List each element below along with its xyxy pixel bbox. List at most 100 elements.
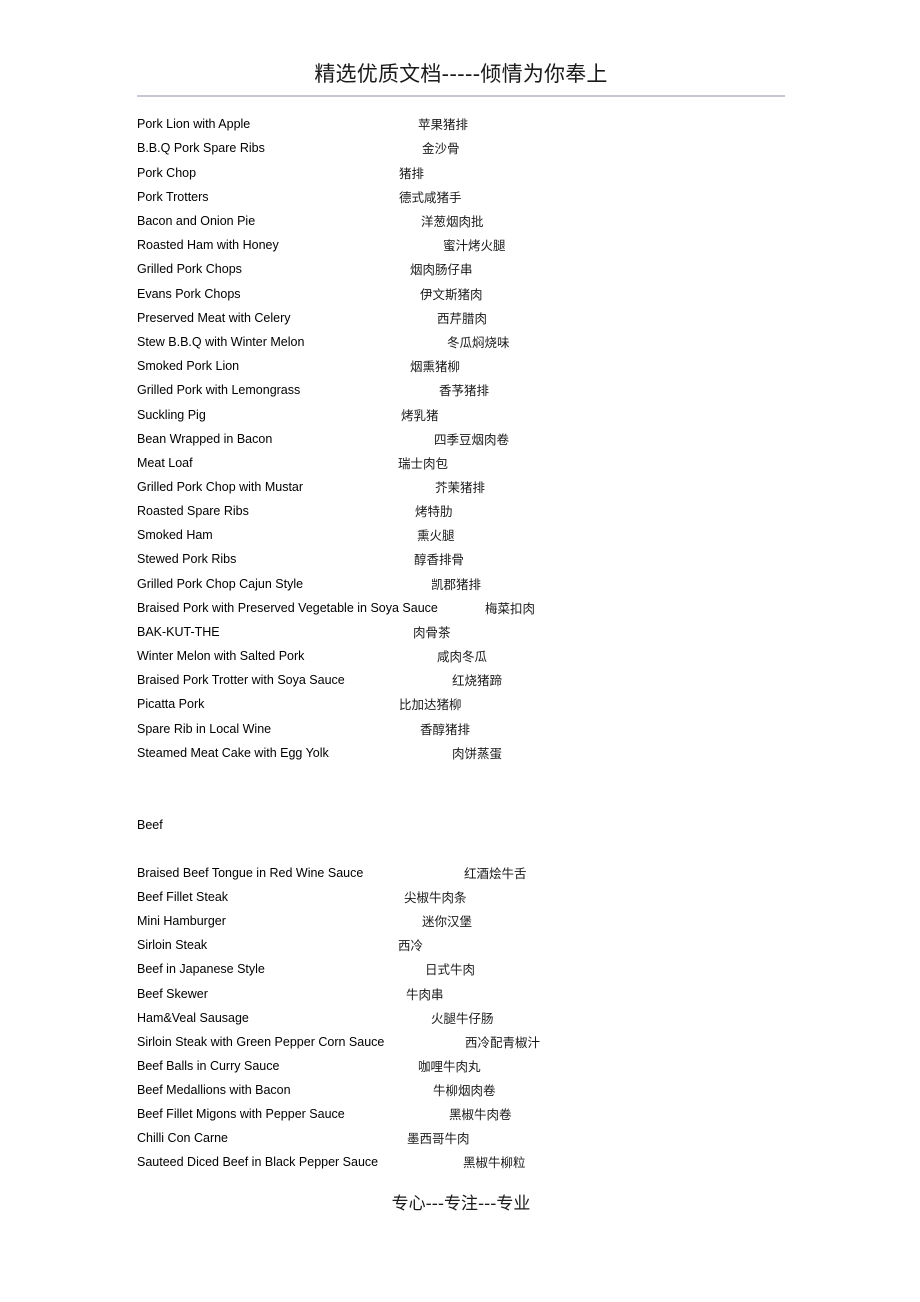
menu-item-name-zh: 黑椒牛柳粒 — [463, 1155, 526, 1170]
menu-item-name-zh: 红烧猪蹄 — [452, 673, 503, 688]
menu-item-name-en: Evans Pork Chops — [137, 287, 241, 301]
menu-item-name-en: Grilled Pork Chop with Mustar — [137, 480, 304, 494]
menu-item-name-zh: 烤特肋 — [415, 504, 453, 519]
menu-item-name-zh: 西芹腊肉 — [437, 311, 488, 326]
menu-item-name-en: Beef Skewer — [137, 987, 208, 1001]
menu-item-name-en: Beef Balls in Curry Sauce — [137, 1059, 280, 1073]
menu-item-name-en: Winter Melon with Salted Pork — [137, 649, 305, 663]
menu-item-name-zh: 西冷 — [398, 938, 424, 953]
menu-item-row: Spare Rib in Local Wine 香醇猪排 — [137, 721, 837, 745]
menu-item-row: Pork Trotters 德式咸猪手 — [137, 189, 837, 213]
menu-item-row: Chilli Con Carne 墨西哥牛肉 — [137, 1130, 837, 1154]
menu-item-name-en: Beef in Japanese Style — [137, 962, 265, 976]
menu-item-row: Meat Loaf 瑞士肉包 — [137, 455, 837, 479]
menu-item-name-en: Chilli Con Carne — [137, 1131, 229, 1145]
menu-item-name-en: B.B.Q Pork Spare Ribs — [137, 141, 265, 155]
menu-item-row: Grilled Pork Chops 烟肉肠仔串 — [137, 261, 837, 285]
menu-item-name-en: Sirloin Steak with Green Pepper Corn Sau… — [137, 1035, 385, 1049]
menu-item-row: Smoked Ham 熏火腿 — [137, 527, 837, 551]
menu-item-row: Steamed Meat Cake with Egg Yolk 肉饼蒸蛋 — [137, 745, 837, 769]
menu-item-row: Roasted Ham with Honey 蜜汁烤火腿 — [137, 237, 837, 261]
menu-item-row: Braised Beef Tongue in Red Wine Sauce 红酒烩… — [137, 865, 837, 889]
menu-item-name-zh: 伊文斯猪肉 — [420, 287, 483, 302]
menu-item-name-en: Grilled Pork Chops — [137, 262, 242, 276]
menu-item-row: Bean Wrapped in Bacon 四季豆烟肉卷 — [137, 431, 837, 455]
menu-item-name-en: Roasted Ham with Honey — [137, 238, 279, 252]
menu-item-name-en: Preserved Meat with Celery — [137, 311, 291, 325]
menu-item-row: Roasted Spare Ribs 烤特肋 — [137, 503, 837, 527]
menu-item-name-en: BAK-KUT-THE — [137, 625, 220, 639]
menu-item-name-en: Pork Chop — [137, 166, 197, 180]
menu-item-name-en: Braised Beef Tongue in Red Wine Sauce — [137, 866, 364, 880]
menu-item-name-en: Smoked Pork Lion — [137, 359, 240, 373]
menu-item-name-zh: 瑞士肉包 — [398, 456, 449, 471]
menu-item-name-zh: 尖椒牛肉条 — [404, 890, 467, 905]
menu-item-row: Stewed Pork Ribs 醇香排骨 — [137, 551, 837, 575]
menu-item-name-en: Grilled Pork with Lemongrass — [137, 383, 301, 397]
menu-item-row: Sirloin Steak 西冷 — [137, 937, 837, 961]
menu-item-name-en: Braised Pork Trotter with Soya Sauce — [137, 673, 345, 687]
menu-item-row: Grilled Pork Chop with Mustar 芥茉猪排 — [137, 479, 837, 503]
menu-item-name-en: Beef Medallions with Bacon — [137, 1083, 291, 1097]
menu-item-row: Braised Pork with Preserved Vegetable in… — [137, 600, 837, 624]
menu-item-name-zh: 日式牛肉 — [425, 962, 476, 977]
menu-item-row: Grilled Pork Chop Cajun Style 凯郡猪排 — [137, 576, 837, 600]
menu-item-name-zh: 醇香排骨 — [414, 552, 465, 567]
menu-item-row: Grilled Pork with Lemongrass 香芧猪排 — [137, 382, 837, 406]
document-header-watermark: 精选优质文档-----倾情为你奉上 — [314, 62, 608, 86]
document-footer-watermark: 专心---专注---专业 — [391, 1194, 531, 1214]
menu-item-name-en: Meat Loaf — [137, 456, 193, 470]
menu-item-name-zh: 西冷配青椒汁 — [465, 1035, 541, 1050]
menu-item-name-zh: 冬瓜焖烧味 — [447, 335, 510, 350]
menu-item-name-zh: 烟肉肠仔串 — [410, 262, 473, 277]
menu-item-name-en: Mini Hamburger — [137, 914, 226, 928]
menu-item-name-en: Spare Rib in Local Wine — [137, 722, 272, 736]
menu-item-name-zh: 烤乳猪 — [401, 408, 439, 423]
menu-item-name-zh: 牛柳烟肉卷 — [433, 1083, 496, 1098]
menu-item-name-en: Suckling Pig — [137, 408, 206, 422]
menu-item-name-en: Sauteed Diced Beef in Black Pepper Sauce — [137, 1155, 379, 1169]
menu-item-name-en: Braised Pork with Preserved Vegetable in… — [137, 601, 438, 615]
menu-item-name-en: Ham&Veal Sausage — [137, 1011, 249, 1025]
menu-item-row: Suckling Pig 烤乳猪 — [137, 407, 837, 431]
menu-item-name-en: Bacon and Onion Pie — [137, 214, 256, 228]
menu-item-row: Winter Melon with Salted Pork 咸肉冬瓜 — [137, 648, 837, 672]
menu-item-row: Preserved Meat with Celery 西芹腊肉 — [137, 310, 837, 334]
menu-item-row: Beef Skewer 牛肉串 — [137, 986, 837, 1010]
menu-item-row: Beef Balls in Curry Sauce 咖哩牛肉丸 — [137, 1058, 837, 1082]
menu-item-row: Smoked Pork Lion 烟熏猪柳 — [137, 358, 837, 382]
menu-item-row: Sauteed Diced Beef in Black Pepper Sauce… — [137, 1154, 837, 1178]
menu-item-name-zh: 蜜汁烤火腿 — [443, 238, 506, 253]
menu-item-name-en: Beef Fillet Migons with Pepper Sauce — [137, 1107, 345, 1121]
menu-item-name-zh: 咸肉冬瓜 — [437, 649, 488, 664]
menu-item-row: Beef Fillet Migons with Pepper Sauce 黑椒牛肉… — [137, 1106, 837, 1130]
menu-item-name-zh: 香醇猪排 — [420, 722, 471, 737]
menu-item-name-en: Sirloin Steak — [137, 938, 208, 952]
menu-item-name-zh: 香芧猪排 — [439, 383, 490, 398]
menu-item-name-zh: 苹果猪排 — [418, 117, 469, 132]
menu-item-name-zh: 咖哩牛肉丸 — [418, 1059, 481, 1074]
menu-item-name-en: Grilled Pork Chop Cajun Style — [137, 577, 304, 591]
menu-item-name-en: Beef Fillet Steak — [137, 890, 229, 904]
menu-item-row: Bacon and Onion Pie 洋葱烟肉批 — [137, 213, 837, 237]
menu-item-name-zh: 梅菜扣肉 — [485, 601, 536, 616]
menu-item-row: Sirloin Steak with Green Pepper Corn Sau… — [137, 1034, 837, 1058]
menu-item-name-en: Stew B.B.Q with Winter Melon — [137, 335, 305, 349]
menu-item-name-zh: 洋葱烟肉批 — [421, 214, 484, 229]
menu-item-name-zh: 火腿牛仔肠 — [431, 1011, 494, 1026]
menu-item-name-en: Pork Trotters — [137, 190, 209, 204]
menu-item-row: Beef Fillet Steak 尖椒牛肉条 — [137, 889, 837, 913]
menu-item-name-zh: 芥茉猪排 — [435, 480, 486, 495]
menu-item-row: B.B.Q Pork Spare Ribs 金沙骨 — [137, 140, 837, 164]
menu-item-name-zh: 黑椒牛肉卷 — [449, 1107, 512, 1122]
menu-item-row: Evans Pork Chops 伊文斯猪肉 — [137, 286, 837, 310]
menu-item-name-zh: 迷你汉堡 — [422, 914, 473, 929]
section-title: Beef — [137, 818, 163, 832]
menu-item-name-zh: 熏火腿 — [417, 528, 455, 543]
menu-item-row: Picatta Pork 比加达猪柳 — [137, 696, 837, 720]
menu-item-name-zh: 德式咸猪手 — [399, 190, 462, 205]
menu-item-row: BAK-KUT-THE 肉骨茶 — [137, 624, 837, 648]
menu-item-row: Pork Lion with Apple 苹果猪排 — [137, 116, 837, 140]
menu-item-name-en: Bean Wrapped in Bacon — [137, 432, 273, 446]
menu-item-name-zh: 金沙骨 — [422, 141, 460, 156]
